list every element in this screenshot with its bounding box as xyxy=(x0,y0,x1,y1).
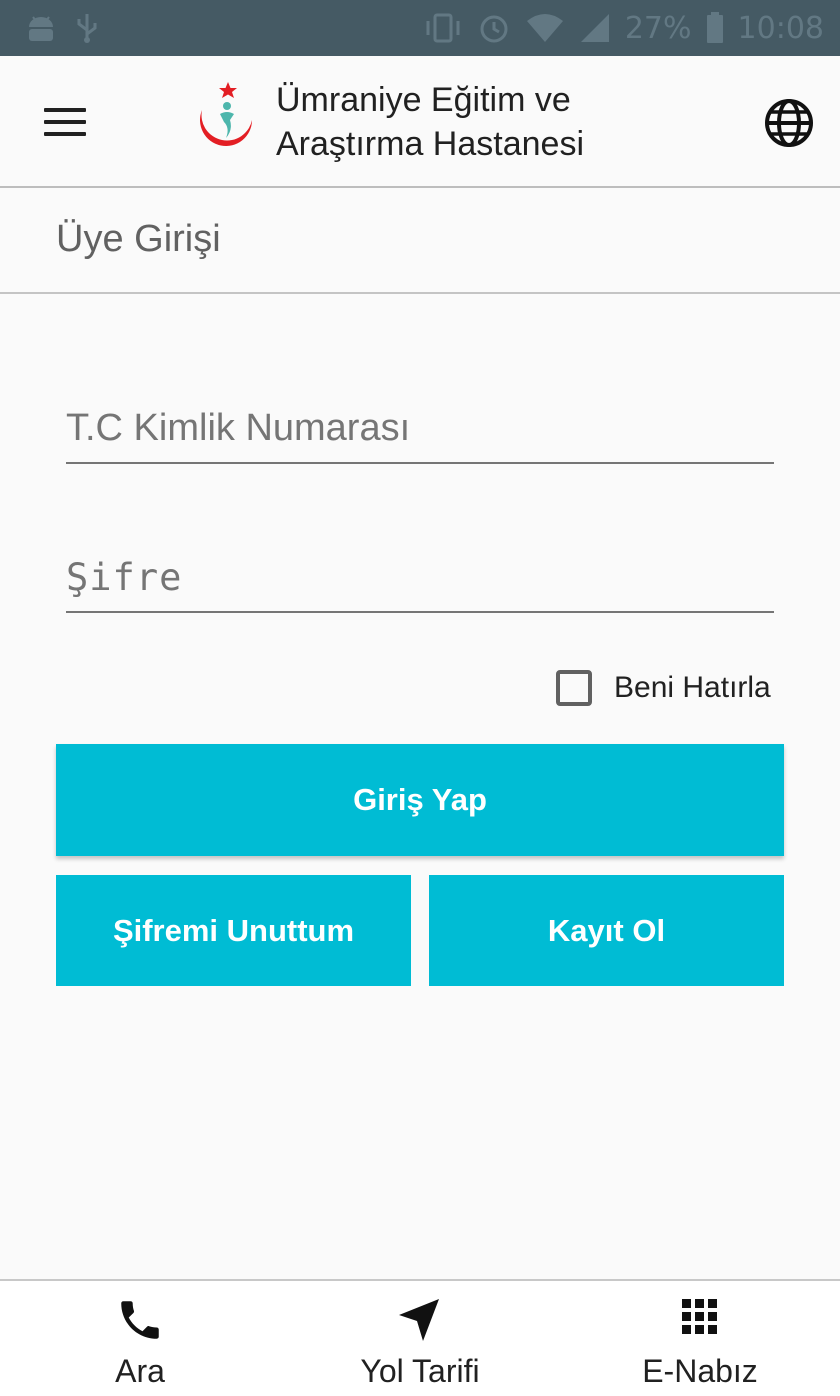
hamburger-menu-icon[interactable] xyxy=(40,102,90,142)
hospital-logo xyxy=(190,80,260,160)
phone-icon xyxy=(115,1295,165,1350)
signal-icon xyxy=(579,13,611,43)
app-title-line-1: Ümraniye Eğitim ve xyxy=(276,81,571,119)
nav-item-call[interactable]: Ara xyxy=(20,1281,260,1396)
status-bar-left xyxy=(24,12,98,44)
alarm-icon xyxy=(477,11,511,45)
page-title: Üye Girişi xyxy=(56,218,221,260)
vibrate-icon xyxy=(423,13,463,43)
forgot-password-button[interactable]: Şifremi Unuttum xyxy=(56,875,411,986)
nav-item-directions[interactable]: Yol Tarifi xyxy=(300,1281,540,1396)
globe-icon[interactable] xyxy=(762,96,816,150)
battery-icon xyxy=(706,12,724,44)
nav-item-enabiz[interactable]: E-Nabız xyxy=(580,1281,820,1396)
nav-label-call: Ara xyxy=(115,1353,165,1389)
section-header: Üye Girişi xyxy=(0,188,840,294)
wifi-icon xyxy=(525,13,565,43)
bottom-navigation: Ara Yol Tarifi E-Nabız xyxy=(0,1279,840,1396)
status-bar-right: 27% 10:08 xyxy=(423,11,824,46)
android-debug-icon xyxy=(24,13,58,43)
nav-label-directions: Yol Tarifi xyxy=(360,1353,480,1389)
register-button[interactable]: Kayıt Ol xyxy=(429,875,784,986)
app-bar: Ümraniye Eğitim ve Araştırma Hastanesi xyxy=(0,56,840,188)
remember-me-label: Beni Hatırla xyxy=(614,671,771,704)
tc-identity-number-input[interactable] xyxy=(66,394,774,464)
status-bar: 27% 10:08 xyxy=(0,0,840,56)
login-button[interactable]: Giriş Yap xyxy=(56,744,784,856)
app-title-line-2: Araştırma Hastanesi xyxy=(276,125,584,163)
nav-label-enabiz: E-Nabız xyxy=(642,1353,758,1389)
clock: 10:08 xyxy=(737,10,824,46)
app-title: Ümraniye Eğitim ve Araştırma Hastanesi xyxy=(276,78,696,166)
navigation-arrow-icon xyxy=(395,1295,445,1350)
apps-grid-icon xyxy=(678,1295,722,1344)
battery-percent: 27% xyxy=(624,10,692,46)
usb-icon xyxy=(76,12,98,44)
password-input[interactable] xyxy=(66,543,774,613)
checkbox-box[interactable] xyxy=(556,670,592,706)
remember-me-checkbox[interactable]: Beni Hatırla xyxy=(556,666,771,710)
